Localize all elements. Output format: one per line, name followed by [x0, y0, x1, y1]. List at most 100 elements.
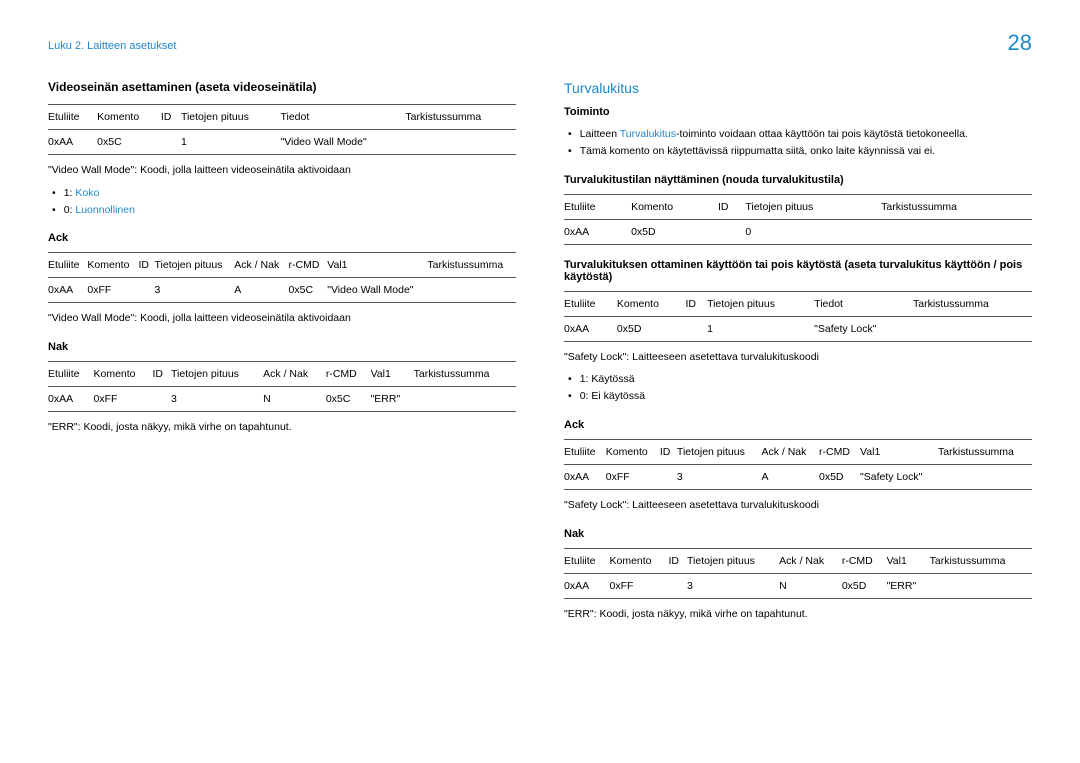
td	[161, 130, 181, 155]
right-note-1: "Safety Lock": Laitteeseen asetettava tu…	[564, 350, 1032, 366]
bullet-accent: Koko	[75, 187, 99, 199]
right-column: Turvalukitus Toiminto Laitteen Turvaluki…	[564, 80, 1032, 628]
td: 0xFF	[606, 464, 660, 489]
right-note-2: "Safety Lock": Laitteeseen asetettava tu…	[564, 498, 1032, 514]
right-nak-label: Nak	[564, 528, 1032, 540]
td: 0xFF	[94, 387, 153, 412]
th: Tietojen pituus	[171, 362, 263, 387]
right-table-3: Etuliite Komento ID Tietojen pituus Ack …	[564, 439, 1032, 490]
th: ID	[685, 291, 707, 316]
bullet-prefix: 0:	[64, 204, 76, 216]
th: Tietojen pituus	[687, 548, 779, 573]
th: Val1	[887, 548, 930, 573]
td	[930, 573, 1032, 598]
left-heading: Videoseinän asettaminen (aseta videosein…	[48, 80, 516, 94]
th: Tarkistussumma	[427, 253, 516, 278]
th: Etuliite	[48, 105, 97, 130]
th: Etuliite	[48, 362, 94, 387]
td: 0xAA	[48, 130, 97, 155]
th: ID	[718, 194, 745, 219]
th: Etuliite	[564, 291, 617, 316]
td: "ERR"	[371, 387, 414, 412]
td: 3	[155, 278, 235, 303]
right-note-3: "ERR": Koodi, josta näkyy, mikä virhe on…	[564, 607, 1032, 623]
left-table-3: Etuliite Komento ID Tietojen pituus Ack …	[48, 361, 516, 412]
right-ack-label: Ack	[564, 419, 1032, 431]
th: Ack / Nak	[779, 548, 842, 573]
list-item: 1: Koko	[52, 185, 516, 202]
th: ID	[138, 253, 154, 278]
td: N	[263, 387, 326, 412]
td: 0xAA	[564, 573, 610, 598]
th: Tarkistussumma	[414, 362, 516, 387]
th: Ack / Nak	[234, 253, 288, 278]
left-nak-label: Nak	[48, 341, 516, 353]
td: 0xFF	[610, 573, 669, 598]
th: Komento	[617, 291, 686, 316]
left-column: Videoseinän asettaminen (aseta videosein…	[48, 80, 516, 628]
td: 0xAA	[48, 278, 87, 303]
th: r-CMD	[842, 548, 887, 573]
page-number: 28	[1008, 30, 1032, 56]
th: Tarkistussumma	[913, 291, 1032, 316]
th: Komento	[610, 548, 669, 573]
bullet-prefix: 1:	[64, 187, 76, 199]
td	[427, 278, 516, 303]
th: Komento	[631, 194, 718, 219]
td: 0xAA	[564, 464, 606, 489]
td: "Safety Lock"	[860, 464, 938, 489]
list-item: Tämä komento on käytettävissä riippumatt…	[568, 143, 1032, 160]
left-note-1: "Video Wall Mode": Koodi, jolla laitteen…	[48, 163, 516, 179]
td	[938, 464, 1032, 489]
td	[718, 219, 745, 244]
list-item: Laitteen Turvalukitus-toiminto voidaan o…	[568, 126, 1032, 143]
td: 1	[181, 130, 281, 155]
th: Tietojen pituus	[181, 105, 281, 130]
td: 1	[707, 316, 814, 341]
th: Tietojen pituus	[707, 291, 814, 316]
td: 0xFF	[87, 278, 138, 303]
th: Tarkistussumma	[930, 548, 1032, 573]
left-ack-label: Ack	[48, 232, 516, 244]
bullet-text: -toiminto voidaan ottaa käyttöön tai poi…	[676, 128, 968, 140]
breadcrumb: Luku 2. Laitteen asetukset	[48, 40, 1032, 52]
th: Val1	[860, 439, 938, 464]
td: 3	[687, 573, 779, 598]
td	[414, 387, 516, 412]
left-note-2: "Video Wall Mode": Koodi, jolla laitteen…	[48, 311, 516, 327]
td: "Video Wall Mode"	[280, 130, 405, 155]
th: ID	[161, 105, 181, 130]
td: 3	[171, 387, 263, 412]
right-bullets-1: Laitteen Turvalukitus-toiminto voidaan o…	[564, 126, 1032, 160]
td: 0x5D	[631, 219, 718, 244]
th: Tietojen pituus	[745, 194, 881, 219]
td	[660, 464, 677, 489]
td: "ERR"	[887, 573, 930, 598]
td	[138, 278, 154, 303]
td: 0x5D	[819, 464, 860, 489]
left-note-3: "ERR": Koodi, josta näkyy, mikä virhe on…	[48, 420, 516, 436]
td: 0xAA	[48, 387, 94, 412]
right-subhead-2: Turvalukitustilan näyttäminen (nouda tur…	[564, 174, 1032, 186]
th: ID	[660, 439, 677, 464]
th: Etuliite	[48, 253, 87, 278]
td: 0x5D	[617, 316, 686, 341]
right-heading-accent: Turvalukitus	[564, 80, 1032, 96]
td: 0	[745, 219, 881, 244]
th: Ack / Nak	[761, 439, 819, 464]
th: Tarkistussumma	[405, 105, 516, 130]
td: 0x5C	[97, 130, 161, 155]
td: N	[779, 573, 842, 598]
td: 0xAA	[564, 219, 631, 244]
left-bullets-1: 1: Koko 0: Luonnollinen	[48, 185, 516, 219]
th: Etuliite	[564, 194, 631, 219]
th: Tarkistussumma	[881, 194, 1032, 219]
th: ID	[668, 548, 687, 573]
th: Komento	[94, 362, 153, 387]
th: r-CMD	[289, 253, 328, 278]
left-table-1: Etuliite Komento ID Tietojen pituus Tied…	[48, 104, 516, 155]
th: Val1	[327, 253, 427, 278]
td: "Safety Lock"	[814, 316, 913, 341]
list-item: 0: Luonnollinen	[52, 202, 516, 219]
td: "Video Wall Mode"	[327, 278, 427, 303]
